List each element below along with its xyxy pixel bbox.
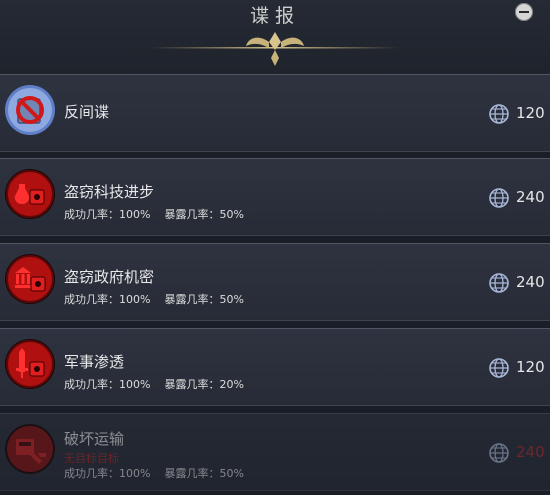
steal-tech-icon xyxy=(5,169,55,219)
action-title: 军事渗透 xyxy=(64,353,125,371)
cost-display: 240 xyxy=(488,187,548,209)
list-item[interactable]: 盗窃政府机密 成功几率：100% 暴露几率：50% 240 xyxy=(0,243,550,321)
exposure-chance: 暴露几率：50% xyxy=(164,208,244,221)
cost-display: 240 xyxy=(488,442,548,464)
steal-government-secrets-icon xyxy=(5,254,55,304)
no-target-notice: 无目标目标 xyxy=(64,452,119,465)
success-chance: 成功几率：100% xyxy=(64,378,151,391)
panel-title: 谍报 xyxy=(249,5,300,27)
globe-icon xyxy=(489,188,509,208)
action-stats: 成功几率：100% 暴露几率：20% xyxy=(64,376,258,392)
globe-icon xyxy=(489,443,509,463)
success-chance: 成功几率：100% xyxy=(64,293,151,306)
action-stats: 成功几率：100% 暴露几率：50% xyxy=(64,465,258,481)
exposure-chance: 暴露几率：20% xyxy=(164,378,244,391)
action-title: 破坏运输 xyxy=(64,430,125,448)
collapse-button[interactable] xyxy=(515,3,533,21)
counter-espionage-icon xyxy=(5,85,55,135)
action-title: 反间谍 xyxy=(64,103,110,121)
panel-header: 谍报 xyxy=(0,0,550,74)
success-chance: 成功几率：100% xyxy=(64,467,151,480)
list-item[interactable]: 反间谍 120 xyxy=(0,74,550,152)
exposure-chance: 暴露几率：50% xyxy=(164,293,244,306)
globe-icon xyxy=(489,273,509,293)
action-stats: 成功几率：100% 暴露几率：50% xyxy=(64,291,258,307)
list-item[interactable]: 盗窃科技进步 成功几率：100% 暴露几率：50% 240 xyxy=(0,158,550,236)
list-item[interactable]: 军事渗透 成功几率：100% 暴露几率：20% 120 xyxy=(0,328,550,406)
cost-value: 240 xyxy=(516,443,545,461)
action-title: 盗窃政府机密 xyxy=(64,268,155,286)
cost-display: 240 xyxy=(488,272,548,294)
cost-value: 240 xyxy=(516,188,545,206)
ornament-divider-icon xyxy=(150,32,400,66)
cost-display: 120 xyxy=(488,103,548,125)
military-infiltration-icon xyxy=(5,339,55,389)
cost-value: 120 xyxy=(516,104,545,122)
exposure-chance: 暴露几率：50% xyxy=(164,467,244,480)
cost-value: 240 xyxy=(516,273,545,291)
cost-display: 120 xyxy=(488,357,548,379)
success-chance: 成功几率：100% xyxy=(64,208,151,221)
cost-value: 120 xyxy=(516,358,545,376)
globe-icon xyxy=(489,358,509,378)
action-title: 盗窃科技进步 xyxy=(64,183,155,201)
globe-icon xyxy=(489,104,509,124)
action-stats: 成功几率：100% 暴露几率：50% xyxy=(64,206,258,222)
list-item-disabled[interactable]: 破坏运输 无目标目标 成功几率：100% 暴露几率：50% 240 xyxy=(0,413,550,491)
sabotage-transport-icon xyxy=(5,424,55,474)
